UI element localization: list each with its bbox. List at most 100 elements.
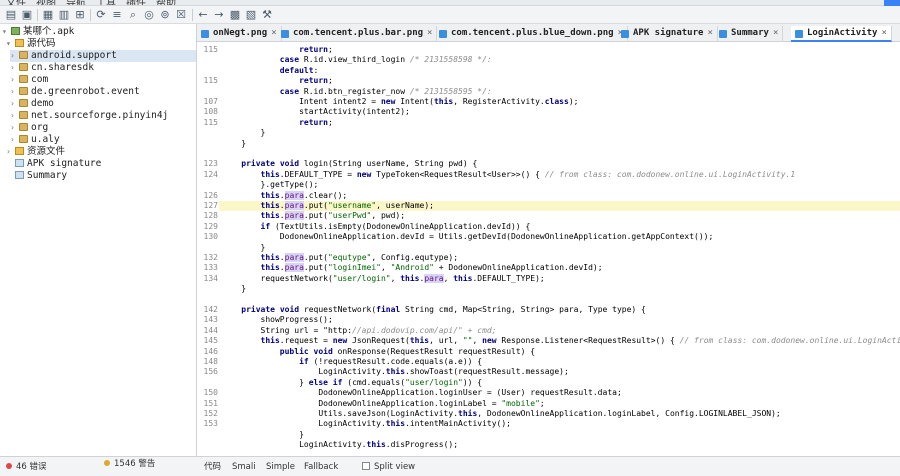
code-line[interactable]: case R.id.view_third_login /* 2131558598… bbox=[222, 55, 492, 65]
search-text-icon[interactable]: ⊚ bbox=[158, 8, 172, 22]
error-count[interactable]: 46 错误 bbox=[6, 461, 47, 473]
code-line[interactable]: return; bbox=[222, 45, 333, 55]
tab-bar-png[interactable]: com.tencent.plus.bar.png × bbox=[277, 26, 438, 42]
warning-count[interactable]: 1546 警告 bbox=[104, 458, 155, 470]
settings-icon[interactable]: ⚒ bbox=[260, 8, 274, 22]
folder-icon bbox=[15, 147, 24, 155]
view-tab-smali[interactable]: Smali bbox=[232, 461, 256, 473]
save-all-icon[interactable]: ▥ bbox=[57, 8, 71, 22]
tree-apk-signature[interactable]: APK signature bbox=[6, 158, 101, 170]
code-line[interactable]: } else if (cmd.equals("user/login")) { bbox=[222, 378, 482, 388]
code-line[interactable]: }.getType(); bbox=[222, 180, 319, 190]
chevron-right-icon[interactable]: › bbox=[10, 122, 19, 134]
search-icon[interactable]: ⌕ bbox=[126, 8, 140, 22]
code-line[interactable]: public void onResponse(RequestResult req… bbox=[222, 347, 535, 357]
split-view-toggle[interactable]: Split view bbox=[362, 461, 415, 473]
code-line[interactable]: Intent intent2 = new Intent(this, Regist… bbox=[222, 97, 578, 107]
chevron-right-icon[interactable]: › bbox=[10, 50, 19, 62]
close-icon[interactable]: × bbox=[881, 28, 886, 38]
tree-package[interactable]: › u.aly bbox=[10, 134, 60, 146]
tab-summary[interactable]: Summary × bbox=[715, 26, 784, 42]
log-icon[interactable]: ▧ bbox=[244, 8, 258, 22]
chevron-right-icon[interactable]: › bbox=[10, 62, 19, 74]
add-files-icon[interactable]: ▣ bbox=[20, 8, 34, 22]
code-line[interactable]: private void login(String userName, Stri… bbox=[222, 159, 477, 169]
back-icon[interactable]: ← bbox=[196, 8, 210, 22]
deobfuscation-icon[interactable]: ☒ bbox=[174, 8, 188, 22]
code-line[interactable]: this.para.put("loginImei", "Android" + D… bbox=[222, 263, 603, 273]
code-line[interactable]: this.para.put("userPwd", pwd); bbox=[222, 211, 405, 221]
view-tab-fallback[interactable]: Fallback bbox=[304, 461, 338, 473]
sync-icon[interactable]: ⟳ bbox=[94, 8, 108, 22]
code-line[interactable]: this.request = new JsonRequest(this, url… bbox=[222, 336, 900, 346]
tree-resources[interactable]: › 资源文件 bbox=[6, 146, 65, 158]
tab-apk-signature[interactable]: APK signature × bbox=[617, 26, 718, 42]
tree-package[interactable]: › net.sourceforge.pinyin4j bbox=[10, 110, 168, 122]
chevron-right-icon[interactable]: › bbox=[10, 98, 19, 110]
forward-icon[interactable]: → bbox=[212, 8, 226, 22]
open-icon[interactable]: ▤ bbox=[4, 8, 18, 22]
chevron-right-icon[interactable]: › bbox=[6, 146, 15, 158]
chevron-right-icon[interactable]: › bbox=[10, 74, 19, 86]
tab-loginactivity[interactable]: LoginActivity × bbox=[791, 26, 892, 42]
search-class-icon[interactable]: ◎ bbox=[142, 8, 156, 22]
tree-package[interactable]: › demo bbox=[10, 98, 54, 110]
code-line[interactable]: } bbox=[222, 243, 266, 253]
code-line[interactable]: this.DEFAULT_TYPE = new TypeToken<Reques… bbox=[222, 170, 796, 180]
code-line[interactable]: if (!requestResult.code.equals(a.e)) { bbox=[222, 357, 482, 367]
tab-blue-down-png[interactable]: com.tencent.plus.blue_down.png× bbox=[435, 26, 628, 42]
tree-package[interactable]: › android.support bbox=[10, 50, 196, 62]
tree-package[interactable]: › org bbox=[10, 122, 48, 134]
tree-summary[interactable]: Summary bbox=[6, 170, 67, 182]
code-line[interactable]: } bbox=[222, 128, 266, 138]
code-line[interactable]: if (TextUtils.isEmpty(DodonewOnlineAppli… bbox=[222, 222, 531, 232]
close-icon[interactable]: × bbox=[707, 28, 712, 38]
code-line[interactable]: case R.id.btn_register_now /* 2131558595… bbox=[222, 87, 492, 97]
code-line[interactable]: this.para.put("equtype", Config.equtype)… bbox=[222, 253, 458, 263]
code-line[interactable]: LoginActivity.this.showToast(requestResu… bbox=[222, 367, 568, 377]
tree-source-code[interactable]: ▾ 源代码 bbox=[6, 38, 56, 50]
checkbox-icon[interactable] bbox=[362, 462, 370, 470]
code-line[interactable]: String url = "http://api.dodovip.com/api… bbox=[222, 326, 497, 336]
code-line[interactable]: showProgress(); bbox=[222, 315, 333, 325]
chevron-down-icon[interactable]: ▾ bbox=[2, 26, 11, 38]
tab-onnegt-png[interactable]: onNegt.png × bbox=[197, 26, 282, 42]
code-line[interactable]: DodonewOnlineApplication.loginUser = (Us… bbox=[222, 388, 621, 398]
code-line[interactable]: private void requestNetwork(final String… bbox=[222, 305, 646, 315]
code-line[interactable]: } bbox=[222, 284, 246, 294]
tree-root-apk[interactable]: ▾ 某哪个.apk bbox=[2, 26, 74, 38]
chevron-down-icon[interactable]: ▾ bbox=[6, 38, 15, 50]
quark-icon[interactable]: ▩ bbox=[228, 8, 242, 22]
tree-package[interactable]: › cn.sharesdk bbox=[10, 62, 94, 74]
code-line[interactable]: LoginActivity.this.disProgress(); bbox=[222, 440, 458, 450]
code-line[interactable]: this.para.put("username", userName); bbox=[222, 201, 434, 211]
code-line[interactable]: startActivity(intent2); bbox=[222, 107, 410, 117]
save-icon[interactable]: ▦ bbox=[41, 8, 55, 22]
code-line[interactable]: return; bbox=[222, 76, 333, 86]
close-icon[interactable]: × bbox=[271, 28, 276, 38]
tree-package[interactable]: › de.greenrobot.event bbox=[10, 86, 140, 98]
code-line[interactable]: requestNetwork("user/login", this.para, … bbox=[222, 273, 545, 284]
code-line[interactable]: this.para.clear(); bbox=[222, 190, 347, 201]
code-line[interactable]: Utils.saveJson(LoginActivity.this, Dodon… bbox=[222, 409, 780, 419]
file-icon bbox=[15, 171, 24, 179]
close-icon[interactable]: × bbox=[773, 28, 778, 38]
tree-package[interactable]: › com bbox=[10, 74, 48, 86]
package-icon bbox=[19, 75, 28, 83]
chevron-right-icon[interactable]: › bbox=[10, 134, 19, 146]
chevron-right-icon[interactable]: › bbox=[10, 110, 19, 122]
code-line[interactable]: } bbox=[222, 139, 246, 149]
chevron-right-icon[interactable]: › bbox=[10, 86, 19, 98]
close-icon[interactable]: × bbox=[427, 28, 432, 38]
code-line[interactable]: default: bbox=[222, 66, 319, 76]
code-line[interactable]: DodonewOnlineApplication.loginLabel = "m… bbox=[222, 399, 544, 409]
code-line[interactable]: return; bbox=[222, 118, 333, 128]
code-line[interactable]: DodonewOnlineApplication.devId = Utils.g… bbox=[222, 232, 713, 242]
code-line[interactable]: LoginActivity.this.intentMainActivity(); bbox=[222, 419, 511, 429]
code-editor[interactable]: 115 115 107 108 115 123 124 126 127 128 129 130 132 1… bbox=[197, 42, 900, 456]
code-line[interactable]: } bbox=[222, 430, 304, 440]
export-icon[interactable]: ⊞ bbox=[73, 8, 87, 22]
view-tab-simple[interactable]: Simple bbox=[266, 461, 295, 473]
flatten-icon[interactable]: ≡ bbox=[110, 8, 124, 22]
view-tab-code[interactable]: 代码 bbox=[204, 461, 221, 473]
